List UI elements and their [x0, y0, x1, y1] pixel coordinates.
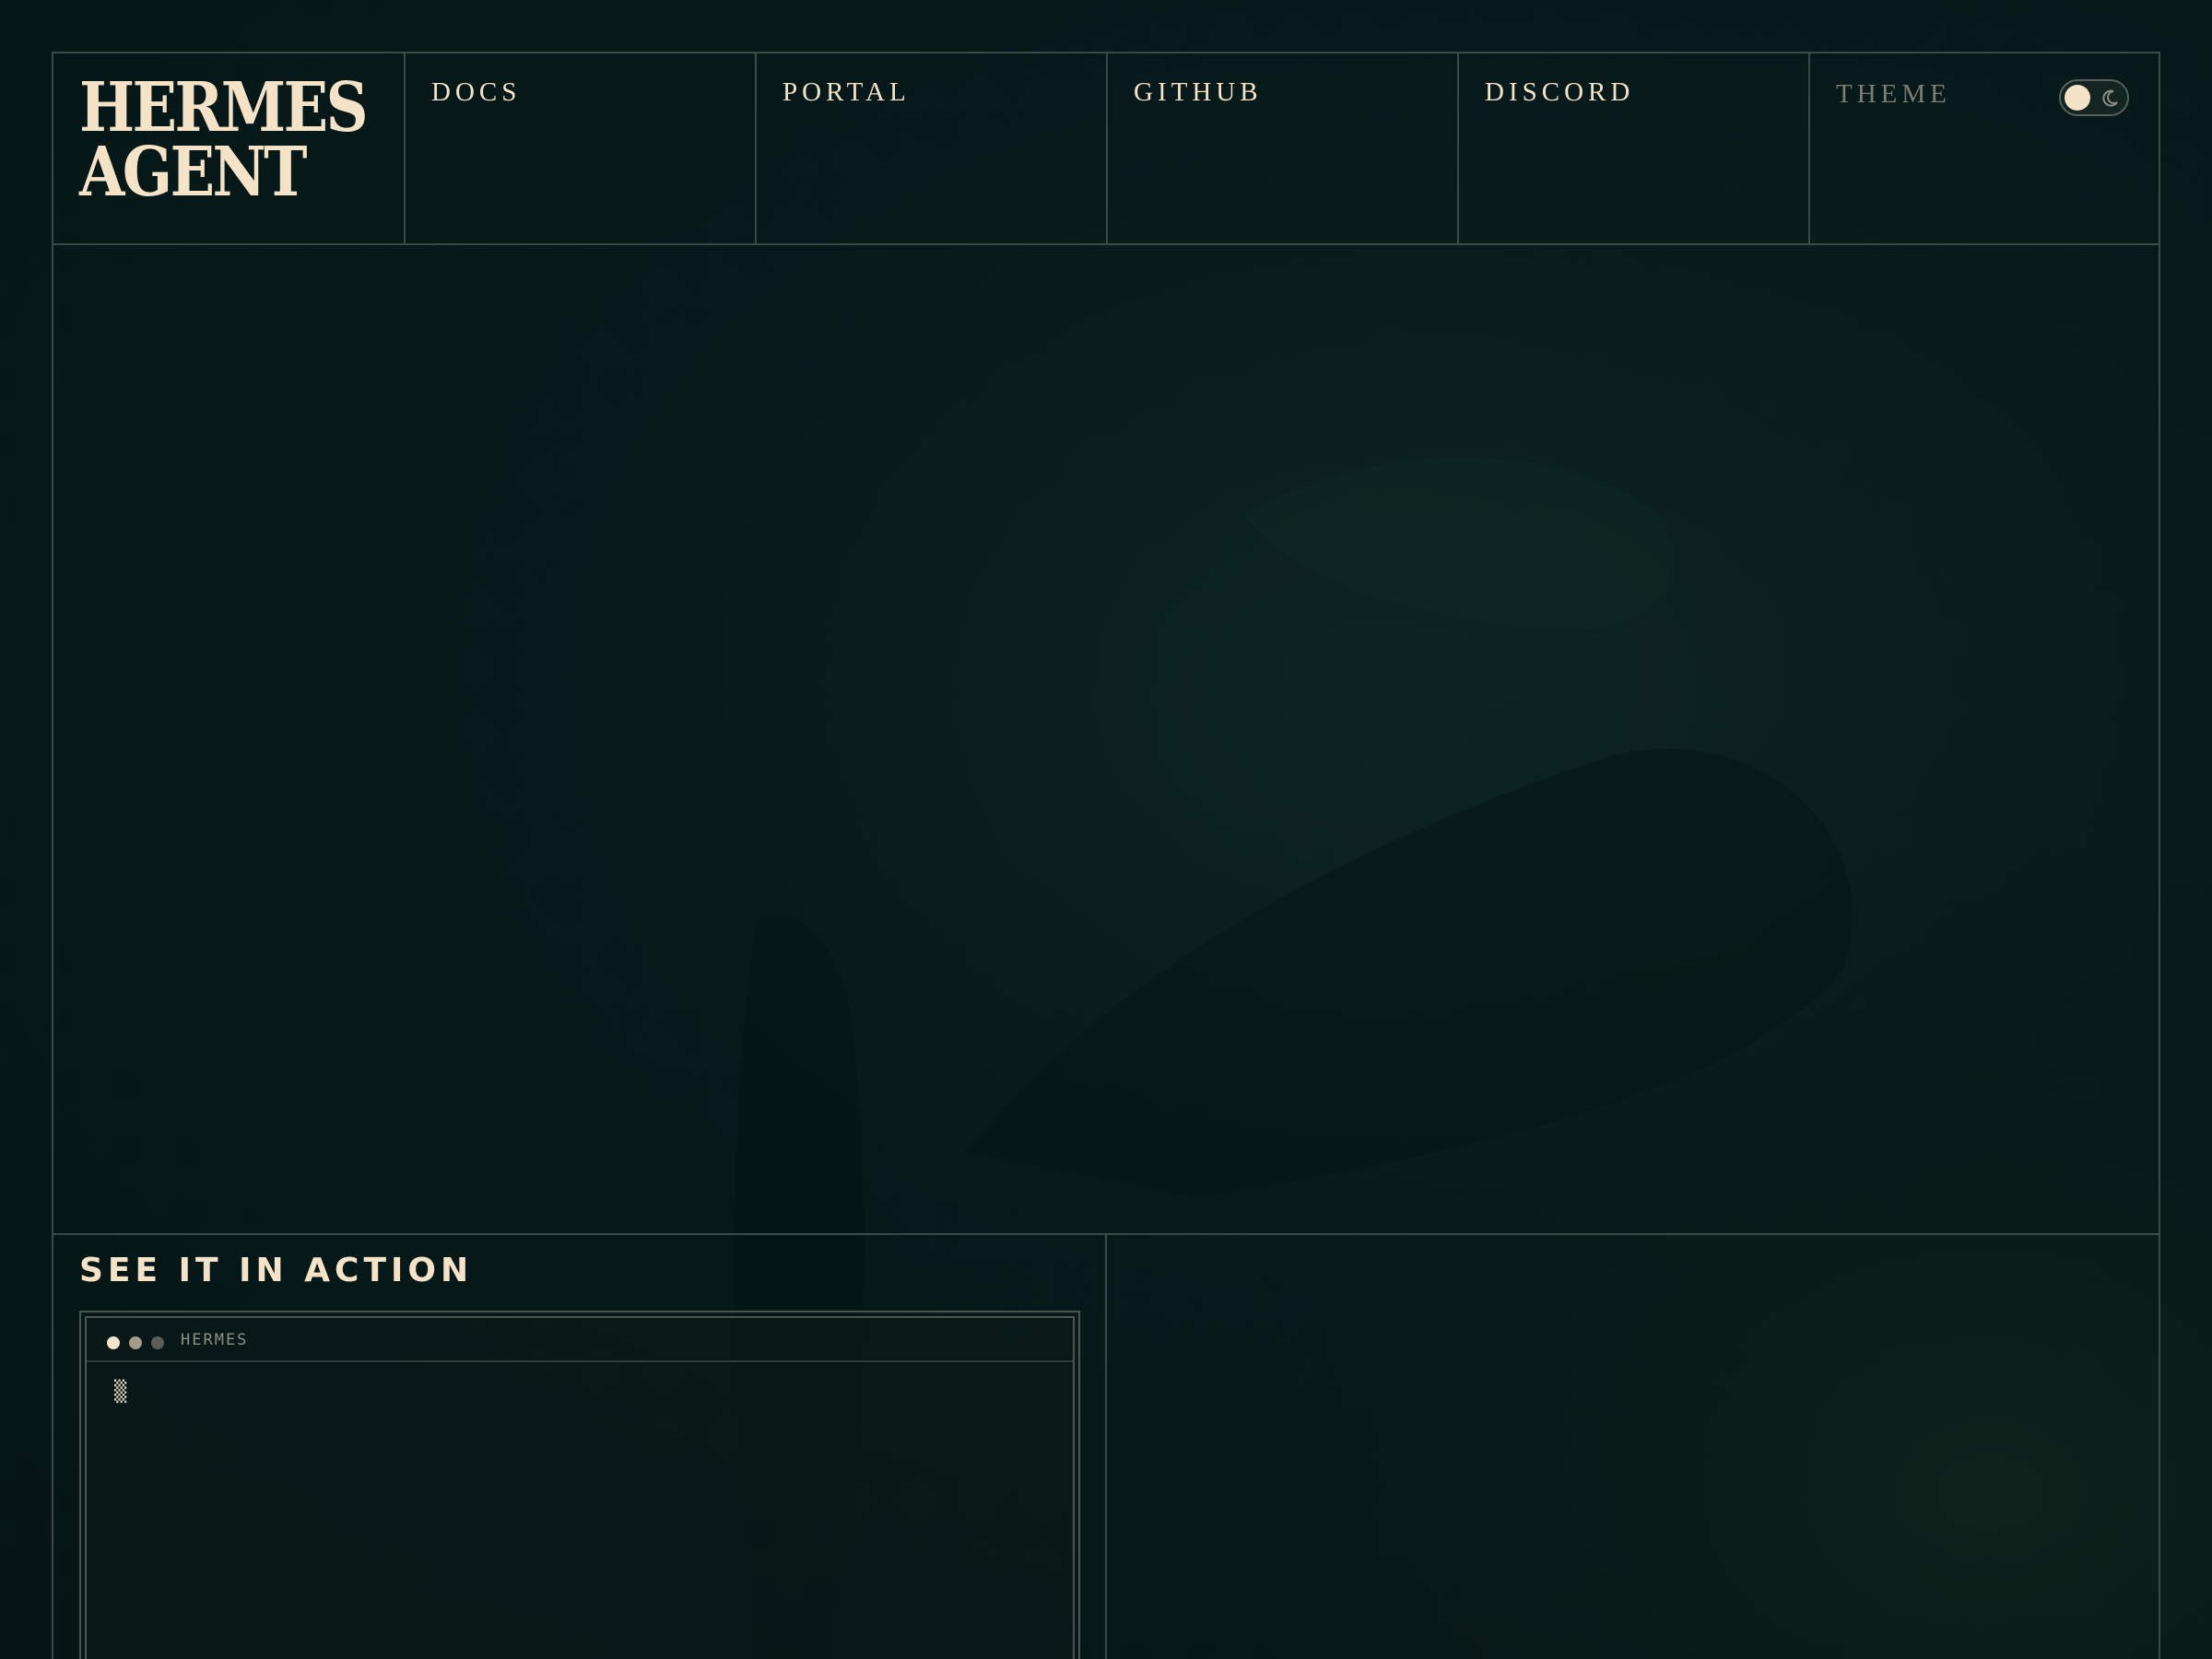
nav-item-discord[interactable]: DISCORD — [1459, 53, 1810, 243]
window-dot-icon — [129, 1336, 142, 1349]
demo-section: SEE IT IN ACTION HERMES ▒ — [53, 1233, 2159, 1659]
section-title: SEE IT IN ACTION — [79, 1252, 474, 1289]
theme-toggle[interactable] — [2059, 79, 2129, 116]
nav-item-portal[interactable]: PORTAL — [757, 53, 1108, 243]
demo-panel: SEE IT IN ACTION HERMES ▒ — [53, 1235, 1107, 1659]
terminal-body[interactable]: ▒ — [87, 1362, 1073, 1422]
nav-link-docs[interactable]: DOCS — [431, 77, 521, 108]
brand-logo-line2: AGENT — [79, 133, 307, 212]
window-dot-icon — [151, 1336, 164, 1349]
nav-item-docs[interactable]: DOCS — [406, 53, 757, 243]
top-navigation: HERMES AGENT DOCS PORTAL GITHUB DISCORD … — [53, 53, 2159, 245]
nav-link-discord[interactable]: DISCORD — [1485, 77, 1634, 108]
theme-switcher: THEME — [1810, 53, 2157, 243]
terminal-window: HERMES ▒ — [79, 1311, 1080, 1659]
brand-logo-line1: HERMES — [79, 68, 369, 147]
brand-logo[interactable]: HERMES AGENT — [53, 53, 406, 243]
terminal-inner: HERMES ▒ — [85, 1316, 1075, 1659]
nav-link-github[interactable]: GITHUB — [1134, 77, 1263, 108]
nav-item-github[interactable]: GITHUB — [1108, 53, 1459, 243]
theme-label: THEME — [1836, 79, 1951, 109]
terminal-cursor: ▒ — [114, 1381, 127, 1404]
page-frame: HERMES AGENT DOCS PORTAL GITHUB DISCORD … — [52, 52, 2160, 1659]
nav-link-portal[interactable]: PORTAL — [782, 77, 911, 108]
window-dot-icon — [107, 1336, 120, 1349]
sun-icon — [2065, 85, 2090, 111]
moon-icon — [2102, 89, 2118, 107]
terminal-title: HERMES — [181, 1331, 249, 1349]
terminal-titlebar: HERMES — [87, 1318, 1073, 1362]
